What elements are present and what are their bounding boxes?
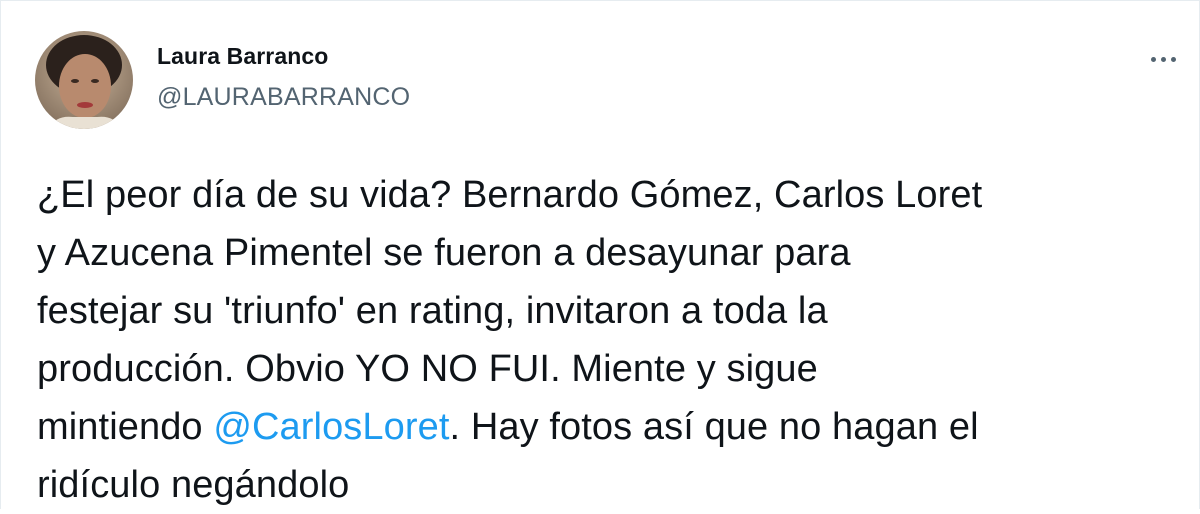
tweet-text-segment: ridículo negándolo (37, 464, 350, 506)
tweet-text-line: mintiendo @CarlosLoret. Hay fotos así qu… (37, 398, 1187, 456)
tweet-card: Laura Barranco @LAURABARRANCO ¿El peor d… (0, 0, 1200, 509)
tweet-text-segment: mintiendo (37, 406, 214, 448)
tweet-text-segment: festejar su 'triunfo' en rating, invitar… (37, 290, 828, 332)
more-dot-icon (1170, 56, 1176, 62)
profile-photo-icon (35, 31, 133, 129)
tweet-text-line: y Azucena Pimentel se fueron a desayunar… (37, 224, 1187, 282)
avatar[interactable] (35, 31, 133, 129)
tweet-text-segment: producción. Obvio YO NO FUI. Miente y si… (37, 348, 818, 390)
more-dot-icon (1160, 56, 1166, 62)
author-name[interactable]: Laura Barranco (157, 43, 328, 70)
tweet-text-segment: . Hay fotos así que no hagan el (449, 406, 979, 448)
tweet-text-line: producción. Obvio YO NO FUI. Miente y si… (37, 340, 1187, 398)
tweet-text: ¿El peor día de su vida? Bernardo Gómez,… (37, 166, 1187, 514)
tweet-text-line: ridículo negándolo (37, 456, 1187, 514)
author-handle[interactable]: @LAURABARRANCO (157, 83, 410, 112)
tweet-text-segment: ¿El peor día de su vida? Bernardo Gómez,… (37, 174, 983, 216)
tweet-text-line: festejar su 'triunfo' en rating, invitar… (37, 282, 1187, 340)
tweet-text-line: ¿El peor día de su vida? Bernardo Gómez,… (37, 166, 1187, 224)
mention-link[interactable]: @CarlosLoret (213, 406, 449, 448)
tweet-text-segment: y Azucena Pimentel se fueron a desayunar… (37, 232, 851, 274)
more-dot-icon (1150, 56, 1156, 62)
more-options-button[interactable] (1143, 45, 1183, 73)
